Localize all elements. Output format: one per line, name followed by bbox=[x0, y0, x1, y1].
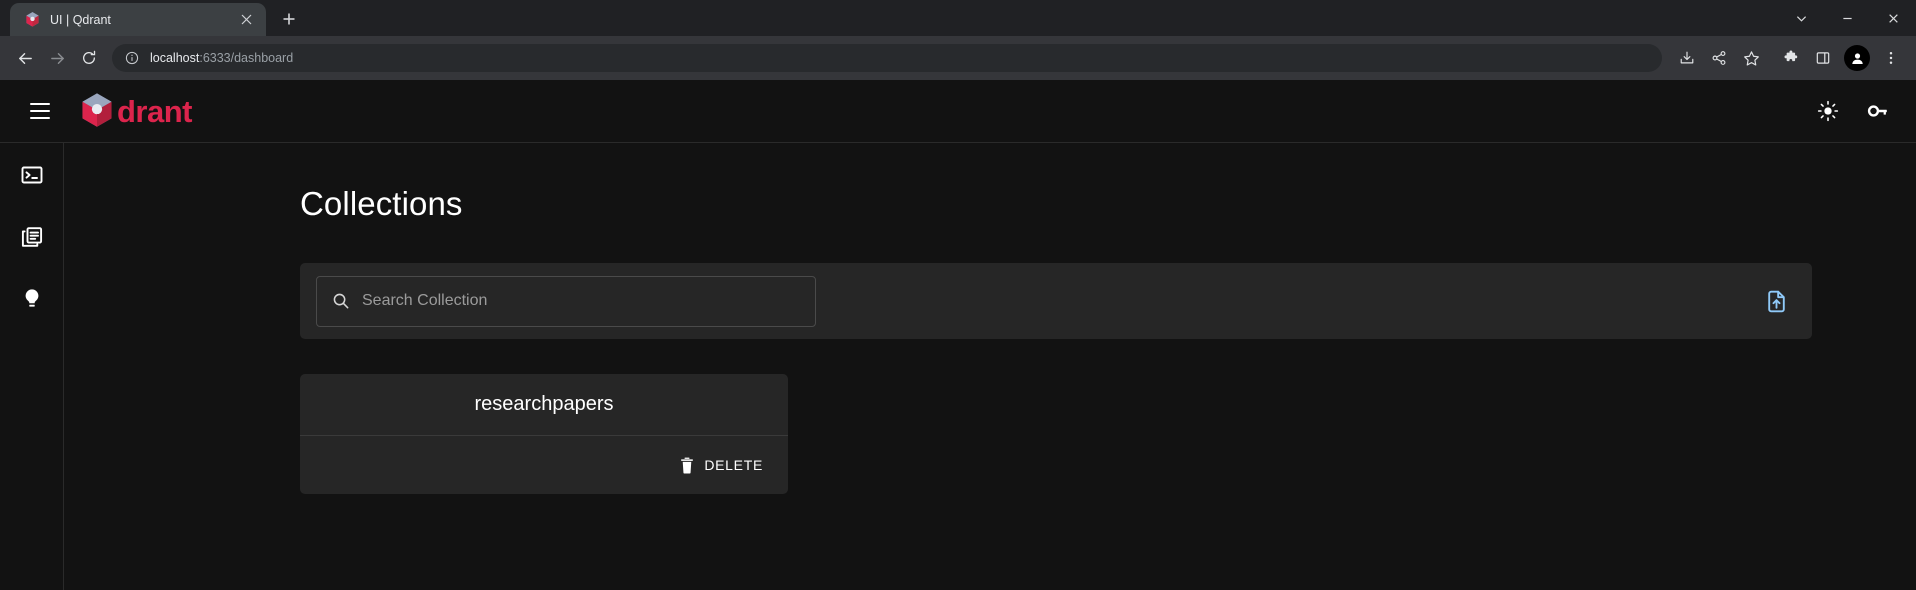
forward-arrow-icon[interactable] bbox=[42, 43, 72, 73]
search-field[interactable] bbox=[316, 275, 816, 327]
window-controls bbox=[1778, 0, 1916, 36]
site-info-icon[interactable] bbox=[124, 50, 140, 66]
search-panel bbox=[300, 263, 1812, 339]
key-icon[interactable] bbox=[1864, 97, 1892, 125]
person-icon[interactable] bbox=[1844, 45, 1870, 71]
collection-name: researchpapers bbox=[300, 374, 788, 436]
side-panel-icon[interactable] bbox=[1808, 43, 1838, 73]
search-input[interactable] bbox=[362, 292, 800, 310]
address-bar-url: localhost:6333/dashboard bbox=[150, 51, 293, 65]
reload-icon[interactable] bbox=[74, 43, 104, 73]
collections-icon bbox=[20, 225, 44, 254]
sun-icon[interactable] bbox=[1814, 97, 1842, 125]
sidebar-item-tutorial[interactable] bbox=[12, 281, 52, 321]
sidebar-item-collections[interactable] bbox=[12, 219, 52, 259]
header-actions bbox=[1814, 97, 1892, 125]
browser-chrome: UI | Qdrant localhost:6333/dashboard bbox=[0, 0, 1916, 80]
trash-icon bbox=[679, 457, 695, 474]
three-dots-icon[interactable] bbox=[1876, 43, 1906, 73]
tab-search-button[interactable] bbox=[1778, 0, 1824, 36]
install-icon[interactable] bbox=[1672, 43, 1702, 73]
page-title: Collections bbox=[300, 185, 463, 222]
collection-card[interactable]: researchpapers DELETE bbox=[300, 374, 788, 494]
url-path: :6333/dashboard bbox=[199, 51, 294, 65]
app-sidebar bbox=[0, 143, 64, 590]
toolbar-actions bbox=[1672, 43, 1906, 73]
url-host: localhost bbox=[150, 51, 200, 65]
qdrant-dashboard: drant Collections Search Collection rese… bbox=[0, 80, 1916, 590]
collection-card-actions: DELETE bbox=[300, 436, 788, 494]
browser-tab[interactable]: UI | Qdrant bbox=[10, 3, 266, 36]
browser-toolbar: localhost:6333/dashboard bbox=[0, 36, 1916, 80]
tab-strip: UI | Qdrant bbox=[0, 0, 1916, 36]
file-upload-icon[interactable] bbox=[1758, 283, 1794, 319]
delete-label: DELETE bbox=[704, 457, 763, 473]
close-icon[interactable] bbox=[237, 10, 256, 29]
lightbulb-icon bbox=[20, 287, 44, 316]
qdrant-brand[interactable]: drant bbox=[80, 92, 193, 130]
terminal-icon bbox=[20, 163, 44, 192]
qdrant-cube-icon bbox=[80, 92, 114, 130]
back-arrow-icon[interactable] bbox=[10, 43, 40, 73]
search-icon bbox=[332, 292, 350, 310]
qdrant-logo-icon bbox=[24, 11, 41, 28]
share-icon[interactable] bbox=[1704, 43, 1734, 73]
main-content: Collections Search Collection researchpa… bbox=[64, 143, 1916, 590]
tab-title: UI | Qdrant bbox=[50, 12, 111, 27]
minimize-button[interactable] bbox=[1824, 0, 1870, 36]
puzzle-icon[interactable] bbox=[1776, 43, 1806, 73]
address-bar[interactable]: localhost:6333/dashboard bbox=[112, 44, 1662, 72]
collections-list: researchpapers DELETE bbox=[300, 374, 1812, 494]
brand-name: drant bbox=[117, 93, 193, 129]
sidebar-item-console[interactable] bbox=[12, 157, 52, 197]
star-icon[interactable] bbox=[1736, 43, 1766, 73]
hamburger-menu-icon[interactable] bbox=[20, 91, 60, 131]
new-tab-button[interactable] bbox=[272, 4, 306, 34]
delete-collection-button[interactable]: DELETE bbox=[670, 450, 772, 481]
app-body: Collections Search Collection researchpa… bbox=[0, 143, 1916, 590]
app-header: drant bbox=[0, 80, 1916, 143]
close-button[interactable] bbox=[1870, 0, 1916, 36]
